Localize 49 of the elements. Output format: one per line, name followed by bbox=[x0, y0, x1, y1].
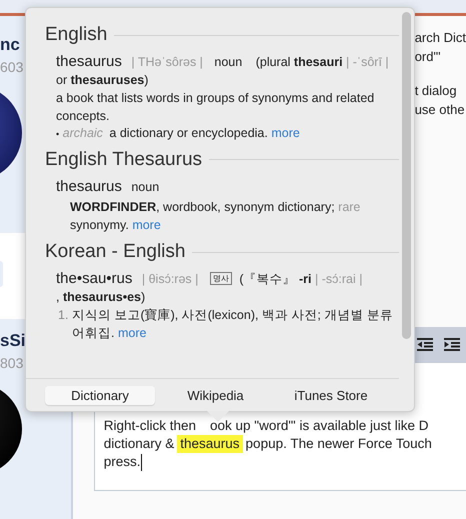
more-link[interactable]: more bbox=[118, 326, 146, 340]
editor-text: dictionary & bbox=[104, 435, 174, 453]
usage-label: rare bbox=[338, 200, 360, 214]
editor-text: press. bbox=[104, 453, 140, 471]
pronunciation: | θisɔ́:rəs | bbox=[142, 272, 198, 286]
indent-icon[interactable] bbox=[444, 338, 460, 351]
section-heading: English Thesaurus bbox=[45, 148, 202, 170]
post-count: 803 bbox=[0, 355, 24, 371]
word-class-tag: 명사 bbox=[210, 272, 232, 285]
pronunciation: | THəˈsôrəs | bbox=[131, 55, 203, 69]
post-text: ord"' bbox=[414, 48, 441, 66]
editor-text: Right-click then bbox=[104, 417, 196, 435]
definition-text: 지식의 보고(寶庫), 사전(lexicon), 백과 사전; 개념별 분류 어휘집. more bbox=[72, 307, 394, 342]
part-of-speech: noun bbox=[131, 180, 160, 194]
bullet: • bbox=[56, 129, 60, 139]
definition-text: , thesaurus•es) bbox=[56, 290, 146, 304]
tab[interactable]: Dictionary bbox=[45, 386, 155, 404]
user-name[interactable]: sSi bbox=[0, 331, 26, 351]
more-link[interactable]: more bbox=[271, 126, 300, 140]
pronunciation: | -ˈsôrī | bbox=[346, 55, 389, 69]
tab[interactable]: iTunes Store bbox=[276, 386, 386, 404]
definition-text: a dictionary or encyclopedia. bbox=[109, 126, 268, 140]
tab[interactable]: Wikipedia bbox=[160, 386, 270, 404]
part-of-speech: noun bbox=[214, 55, 242, 69]
headword: the•sau•rus bbox=[56, 270, 132, 287]
definition-text: or thesauruses) bbox=[56, 72, 148, 86]
definition-text: WORDFINDER, wordbook, synonym dictionary; bbox=[70, 200, 335, 214]
highlighted-word: thesaurus bbox=[177, 435, 243, 453]
usage-label: archaic bbox=[62, 126, 103, 140]
post-text: use othe bbox=[414, 101, 465, 119]
definition-text: a book that lists words in groups of synonyms and related concepts. bbox=[56, 91, 374, 122]
post-count: 603 bbox=[0, 59, 24, 75]
outdent-icon[interactable] bbox=[417, 338, 433, 351]
list-number: 1. bbox=[58, 307, 70, 324]
headword: thesaurus bbox=[56, 178, 122, 194]
section-heading: English bbox=[45, 24, 108, 46]
editor-text: popup. The newer Force Touch bbox=[246, 435, 432, 453]
definition-text: (『복수』 -ri bbox=[239, 272, 312, 286]
definition-text: synonymy. bbox=[70, 218, 129, 232]
section-heading: Korean - English bbox=[45, 241, 186, 263]
post-text: arch Dict bbox=[414, 29, 466, 47]
definition-text: (plural thesauri bbox=[256, 55, 343, 69]
more-link[interactable]: more bbox=[132, 218, 161, 232]
headword: thesaurus bbox=[56, 53, 122, 70]
scrollbar[interactable] bbox=[402, 12, 411, 339]
editor-text: ook up "word"' is available just like D bbox=[210, 417, 429, 435]
user-name[interactable]: nc bbox=[0, 35, 20, 55]
post-text: t dialog bbox=[414, 82, 457, 100]
pronunciation: | -sɔ́:rai | bbox=[314, 272, 362, 286]
